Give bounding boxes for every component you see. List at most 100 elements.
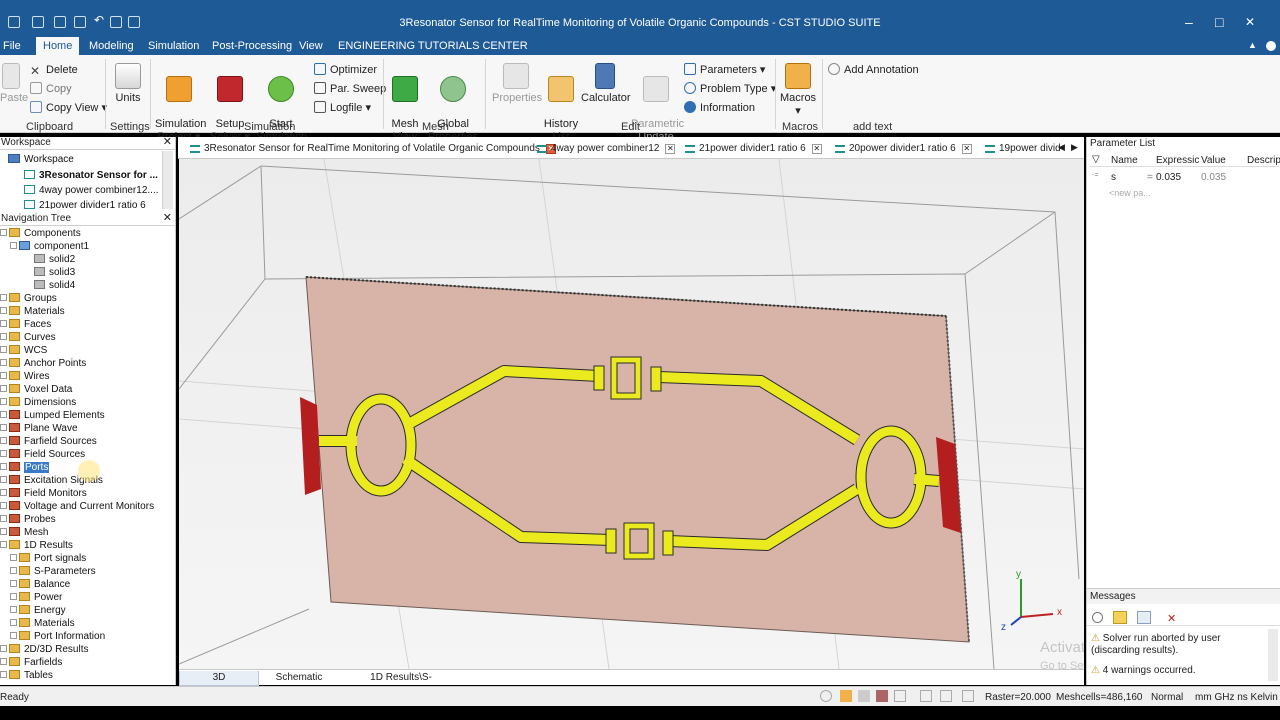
nav-tree-item[interactable]: Port Information (10, 630, 105, 643)
nav-tree-item[interactable]: Lumped Elements (0, 409, 105, 422)
expand-icon[interactable] (0, 528, 7, 535)
expand-icon[interactable] (10, 632, 17, 639)
workspace-root[interactable]: Workspace (8, 153, 74, 166)
nav-tree-item[interactable]: Plane Wave (0, 422, 78, 435)
expand-icon[interactable] (0, 346, 7, 353)
expand-icon[interactable] (0, 294, 7, 301)
nav-tree-item[interactable]: Components (0, 227, 81, 240)
expand-icon[interactable] (10, 619, 17, 626)
menu-post-processing[interactable]: Post-Processing (212, 40, 292, 52)
close-button[interactable]: ✕ (1245, 15, 1255, 29)
status-icon[interactable] (894, 690, 906, 702)
nav-tree-item[interactable]: Ports (0, 461, 50, 474)
parameter-expression[interactable]: 0.035 (1156, 172, 1181, 183)
expand-icon[interactable] (0, 671, 7, 678)
nav-tree-item[interactable]: Wires (0, 370, 50, 383)
optimizer-button[interactable]: Optimizer (314, 62, 377, 78)
properties-button[interactable]: Properties (492, 63, 542, 105)
mesh-view-button[interactable]: Mesh View (390, 63, 420, 144)
expand-icon[interactable] (0, 372, 7, 379)
nav-tree-item[interactable]: Curves (0, 331, 56, 344)
nav-tree-item[interactable]: Anchor Points (0, 357, 86, 370)
nav-tree-item[interactable]: Field Monitors (0, 487, 87, 500)
nav-tree-item[interactable]: solid4 (34, 279, 75, 292)
nav-tree-item[interactable]: 1D Results (0, 539, 73, 552)
minimize-button[interactable]: – (1185, 14, 1193, 30)
status-icon[interactable] (840, 690, 852, 702)
copy-view-button[interactable]: Copy View ▾ (30, 100, 107, 116)
expand-icon[interactable] (0, 515, 7, 522)
expand-icon[interactable] (0, 398, 7, 405)
nav-tree-item[interactable]: Energy (10, 604, 66, 617)
status-icon[interactable] (962, 690, 974, 702)
history-list-button[interactable]: History List (543, 63, 579, 144)
messages-scrollbar[interactable] (1268, 629, 1278, 681)
view-tab-schematic[interactable]: Schematic (269, 671, 329, 686)
expand-icon[interactable] (0, 359, 7, 366)
add-annotation-button[interactable]: Add Annotation (828, 62, 919, 78)
help-icon[interactable] (1266, 41, 1276, 51)
expand-icon[interactable] (0, 307, 7, 314)
close-tab-icon[interactable]: ✕ (665, 144, 676, 154)
workspace-item-active[interactable]: 3Resonator Sensor for ... (24, 169, 158, 182)
expand-icon[interactable] (10, 593, 17, 600)
paste-button[interactable]: Paste (0, 63, 28, 105)
nav-tree-item[interactable]: Tables (0, 669, 53, 682)
status-icon[interactable] (820, 690, 832, 702)
nav-tree-item[interactable]: Faces (0, 318, 51, 331)
menu-modeling[interactable]: Modeling (89, 40, 134, 52)
menu-view[interactable]: View (299, 40, 323, 52)
expand-icon[interactable] (0, 333, 7, 340)
nav-tree-item[interactable]: component1 (10, 240, 89, 253)
macros-button[interactable]: Macros ▾ (780, 63, 816, 118)
nav-tree-item[interactable]: S-Parameters (10, 565, 96, 578)
delete-button[interactable]: ✕ Delete (30, 62, 78, 78)
doc-tab-active[interactable]: 3Resonator Sensor for RealTime Monitorin… (188, 140, 556, 158)
workspace-item[interactable]: 4way power combiner12.... (24, 184, 159, 197)
status-icon[interactable] (858, 690, 870, 702)
expand-icon[interactable] (10, 567, 17, 574)
status-icon[interactable] (940, 690, 952, 702)
status-icon[interactable] (876, 690, 888, 702)
expand-icon[interactable] (0, 437, 7, 444)
information-button[interactable]: Information (684, 100, 755, 116)
column-name[interactable]: Name (1111, 155, 1138, 166)
expand-icon[interactable] (0, 411, 7, 418)
units-button[interactable]: Units (112, 63, 144, 105)
doc-tab[interactable]: 19power divid (983, 140, 1063, 158)
nav-tree-item[interactable]: Probes (0, 513, 56, 526)
expand-icon[interactable] (0, 385, 7, 392)
close-workspace-icon[interactable]: ✕ (163, 136, 172, 148)
error-filter-icon[interactable] (1092, 612, 1103, 623)
column-expression[interactable]: Expressic (1156, 155, 1199, 166)
nav-tree-item[interactable]: Voltage and Current Monitors (0, 500, 154, 513)
nav-tree-item[interactable]: Voxel Data (0, 383, 72, 396)
nav-tree-item[interactable]: solid3 (34, 266, 75, 279)
par-sweep-button[interactable]: Par. Sweep (314, 81, 386, 97)
close-tab-icon[interactable]: ✕ (961, 144, 972, 154)
expand-icon[interactable] (0, 489, 7, 496)
expand-icon[interactable] (0, 229, 7, 236)
nav-tree-item[interactable]: Power (10, 591, 62, 604)
expand-icon[interactable] (10, 606, 17, 613)
view-tab-1d-results[interactable]: 1D Results\S-Parameters ✕ (349, 671, 453, 697)
expand-icon[interactable] (10, 242, 17, 249)
parameters-button[interactable]: Parameters ▾ (684, 62, 765, 78)
expand-icon[interactable] (0, 424, 7, 431)
nav-tree-item[interactable]: Mesh (0, 526, 48, 539)
maximize-button[interactable]: □ (1215, 14, 1223, 30)
expand-icon[interactable] (0, 541, 7, 548)
clear-messages-icon[interactable]: ✕ (1167, 612, 1176, 625)
parameter-row[interactable]: -= s = 0.035 0.035 (1089, 171, 1279, 185)
nav-tree-item[interactable]: Materials (10, 617, 75, 630)
expand-icon[interactable] (0, 320, 7, 327)
nav-tree-item[interactable]: Farfield Sources (0, 435, 97, 448)
simulation-project-button[interactable]: Simulation Project ▾ (155, 63, 206, 144)
menu-file[interactable]: File (3, 40, 21, 52)
expand-icon[interactable] (0, 476, 7, 483)
calculator-button[interactable]: Calculator (581, 63, 631, 105)
filter-icon[interactable]: ▽ (1092, 154, 1100, 165)
nav-tree-item[interactable]: Port signals (10, 552, 86, 565)
doc-tab[interactable]: 4way power combiner12 ✕ (535, 140, 676, 158)
status-icon[interactable] (920, 690, 932, 702)
